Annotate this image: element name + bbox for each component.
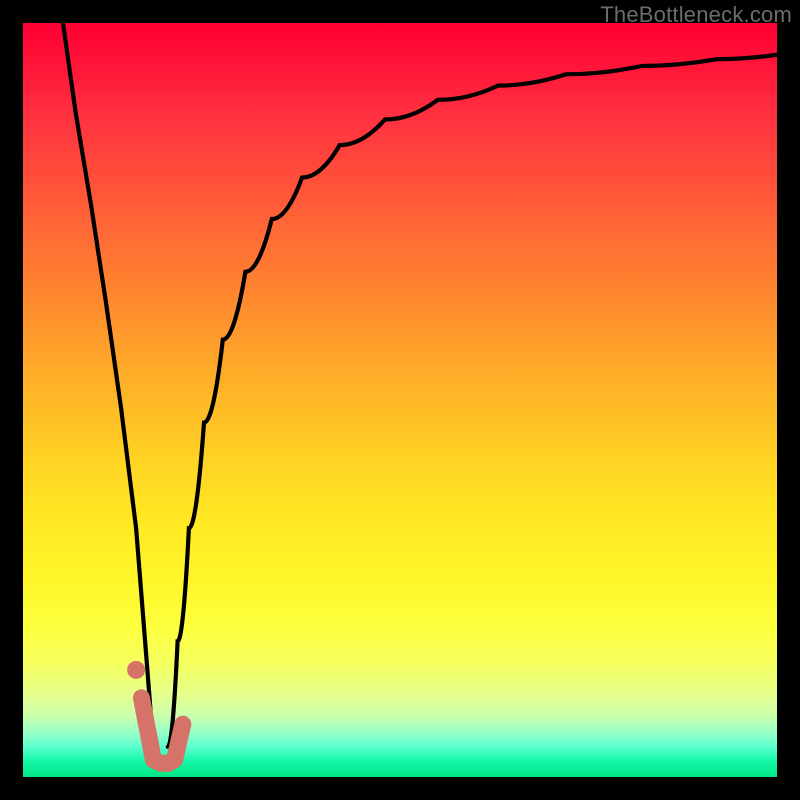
watermark-text: TheBottleneck.com xyxy=(600,2,792,28)
marker-dot xyxy=(127,661,145,679)
j-marker xyxy=(141,698,182,764)
curve-left xyxy=(63,23,153,747)
plot-frame xyxy=(23,23,777,777)
curve-right xyxy=(168,55,777,747)
curve-overlay xyxy=(23,23,777,777)
